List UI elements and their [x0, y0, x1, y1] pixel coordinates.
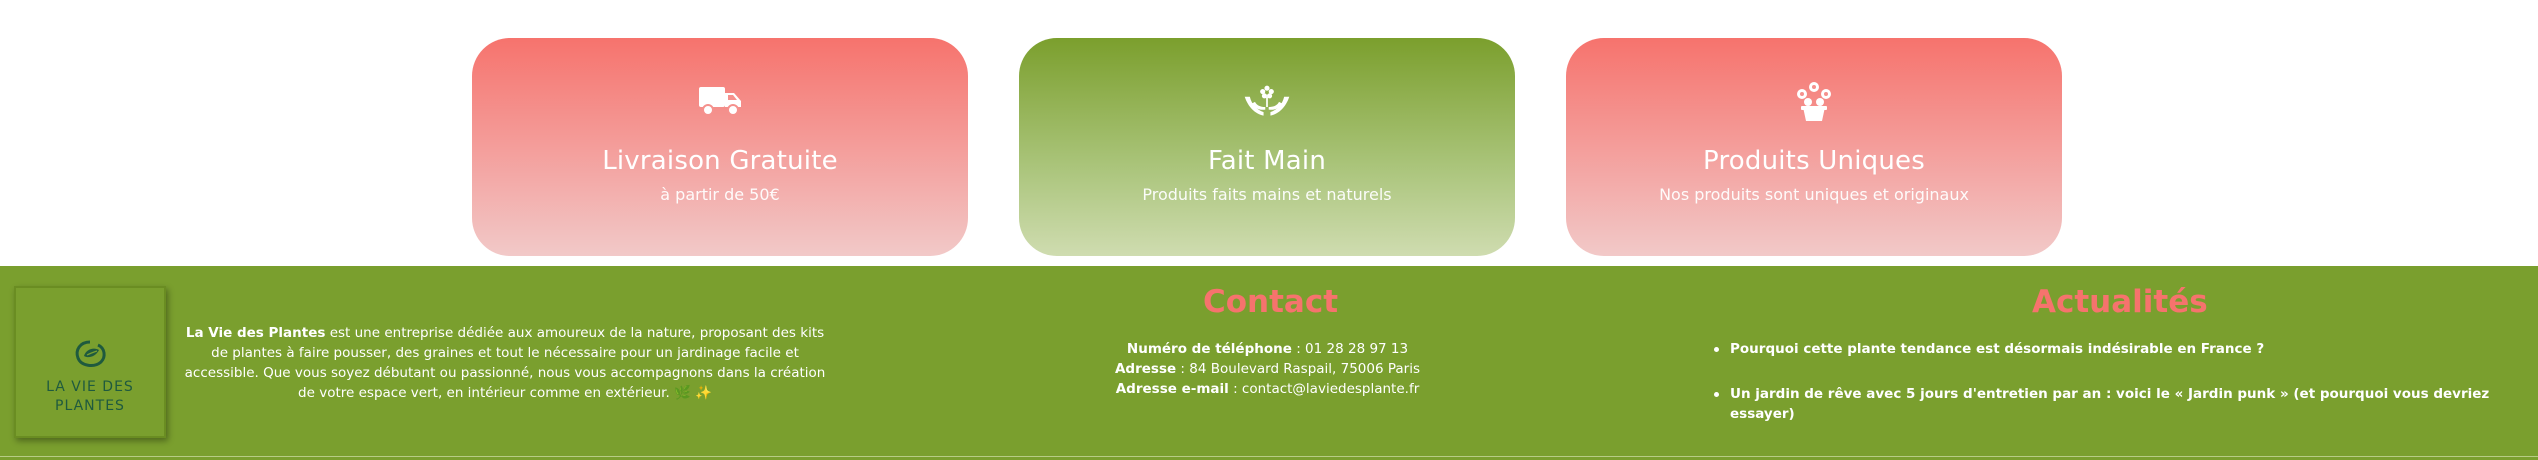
feature-subtitle: Nos produits sont uniques et originaux: [1659, 185, 1969, 204]
news-item[interactable]: Pourquoi cette plante tendance est désor…: [1712, 339, 2512, 359]
contact-email: Adresse e-mail : contact@laviedesplante.…: [1060, 379, 1475, 399]
feature-card-unique-products: Produits Uniques Nos produits sont uniqu…: [1566, 38, 2062, 256]
feature-title: Livraison Gratuite: [602, 146, 838, 176]
address-label: Adresse: [1114, 361, 1177, 377]
contact-address: Adresse : 84 Boulevard Raspail, 75006 Pa…: [1060, 359, 1475, 379]
logo-line-1: LA VIE DES: [46, 379, 134, 395]
feature-subtitle: à partir de 50€: [660, 185, 780, 204]
features-section: Livraison Gratuite à partir de 50€ Fait …: [472, 38, 2062, 258]
flower-pot-icon: [1790, 80, 1838, 122]
feature-card-handmade: Fait Main Produits faits mains et nature…: [1019, 38, 1515, 256]
email-value[interactable]: : contact@laviedesplante.fr: [1229, 381, 1419, 397]
brand-logo[interactable]: LA VIE DES PLANTES: [14, 286, 166, 438]
site-footer: LA VIE DES PLANTES La Vie des Plantes es…: [0, 266, 2538, 460]
logo-text: LA VIE DES PLANTES: [46, 378, 134, 416]
feature-subtitle: Produits faits mains et naturels: [1142, 185, 1392, 204]
address-value: : 84 Boulevard Raspail, 75006 Paris: [1176, 361, 1421, 377]
news-heading: Actualités: [2032, 284, 2208, 320]
feature-title: Produits Uniques: [1703, 146, 1925, 176]
about-text: La Vie des Plantes est une entreprise dé…: [180, 323, 830, 403]
contact-phone: Numéro de téléphone : 01 28 28 97 13: [1060, 339, 1475, 359]
hands-flower-icon: [1243, 80, 1291, 122]
feature-card-free-delivery: Livraison Gratuite à partir de 50€: [472, 38, 968, 256]
contact-info: Numéro de téléphone : 01 28 28 97 13 Adr…: [1060, 339, 1475, 399]
logo-line-2: PLANTES: [55, 398, 125, 414]
footer-divider: [0, 456, 2538, 457]
phone-value[interactable]: : 01 28 28 97 13: [1292, 341, 1408, 357]
truck-icon: [696, 80, 744, 122]
phone-label: Numéro de téléphone: [1126, 341, 1292, 357]
about-brand: La Vie des Plantes: [185, 325, 326, 341]
news-item[interactable]: Un jardin de rêve avec 5 jours d'entreti…: [1712, 384, 2512, 424]
news-list: Pourquoi cette plante tendance est désor…: [1712, 339, 2512, 424]
leaf-logo-icon: [75, 340, 106, 367]
feature-title: Fait Main: [1207, 146, 1327, 176]
contact-heading: Contact: [1203, 284, 1339, 320]
email-label: Adresse e-mail: [1115, 381, 1229, 397]
